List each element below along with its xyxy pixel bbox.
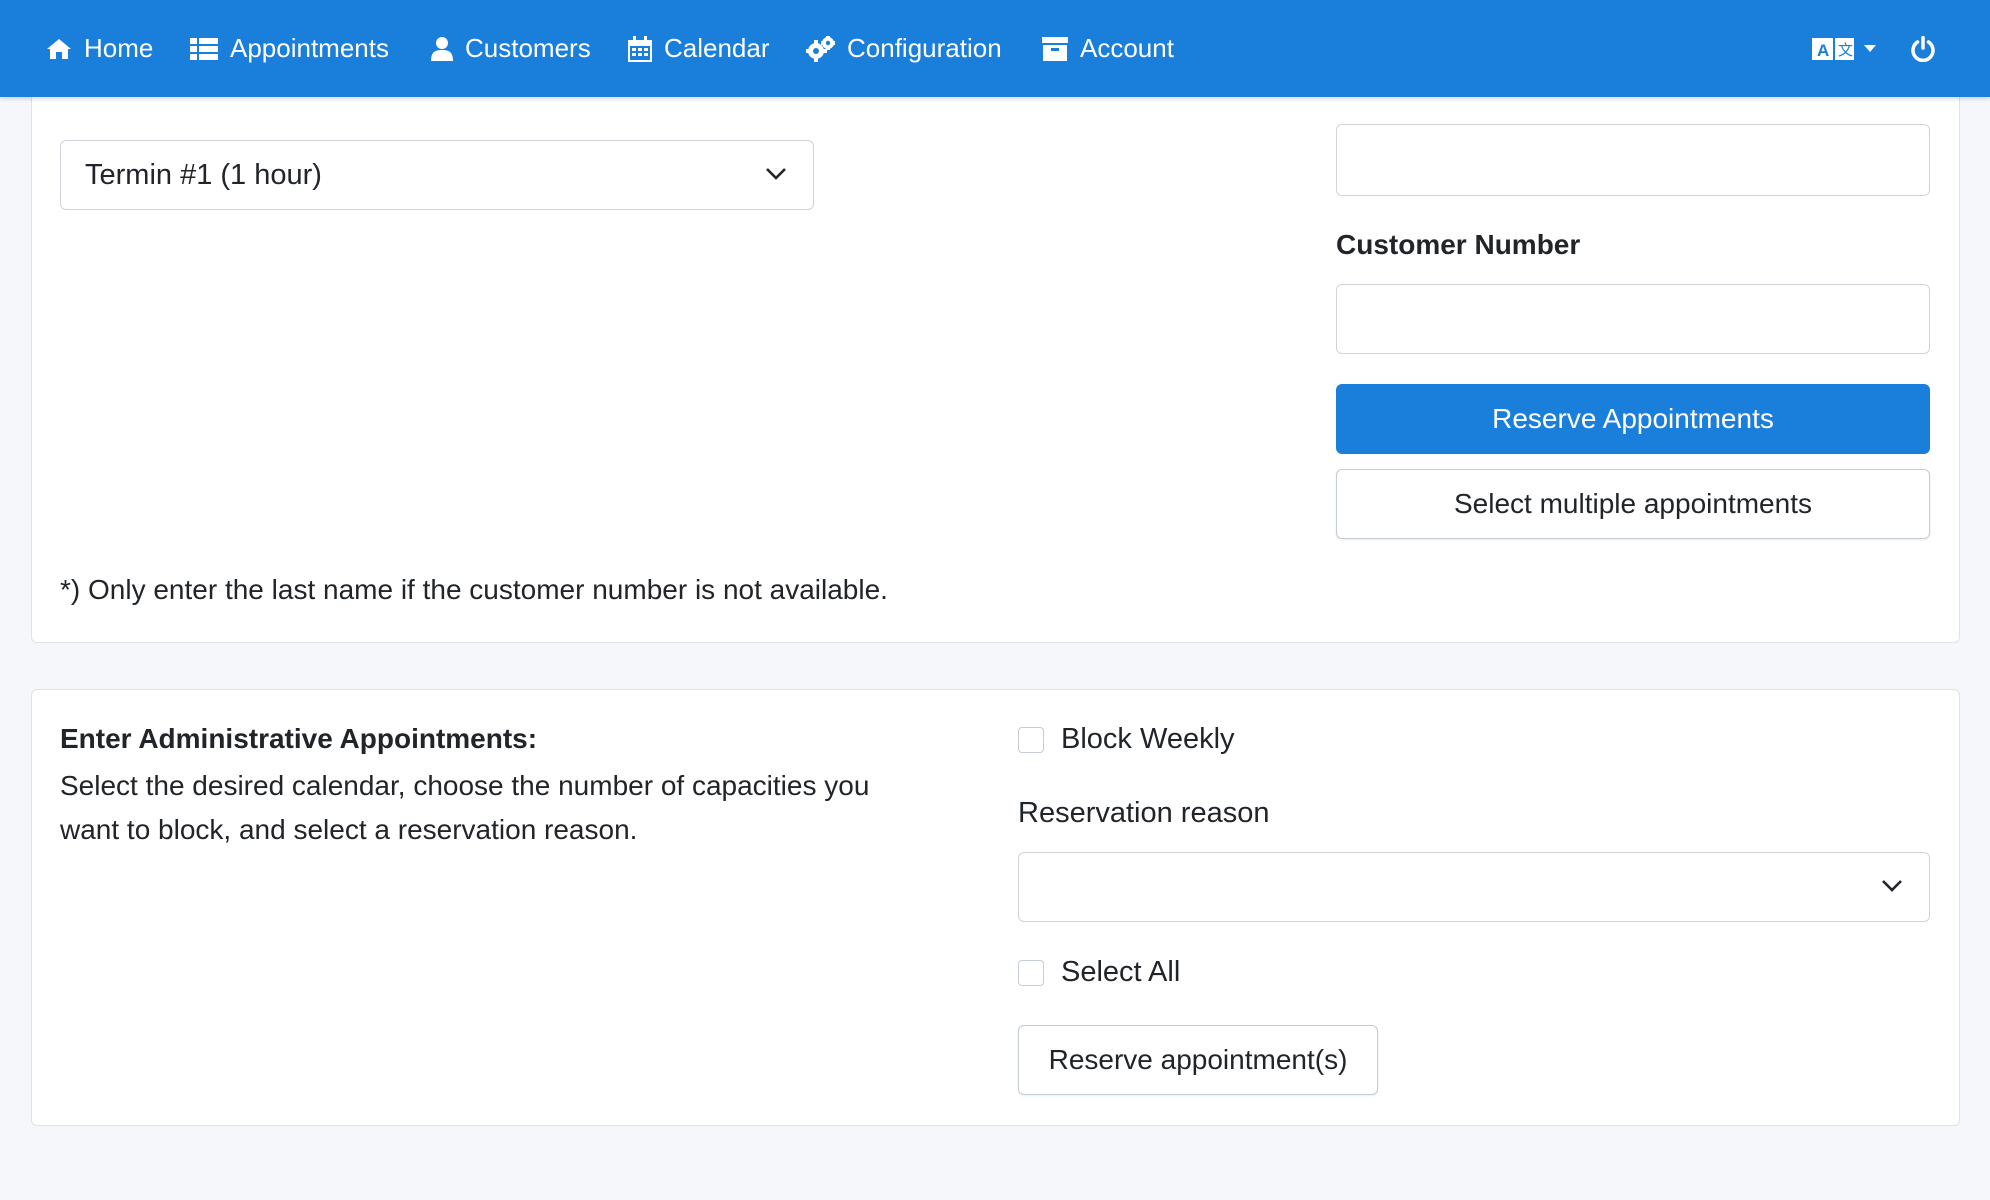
top-navbar: Home Appointments Customers Calendar Con… [0, 0, 1990, 97]
nav-configuration-label: Configuration [847, 33, 1002, 63]
nav-account[interactable]: Account [1042, 0, 1174, 97]
language-dropdown[interactable]: A 文 [1812, 0, 1876, 97]
nav-configuration[interactable]: Configuration [806, 0, 1002, 97]
select-all-checkbox[interactable] [1018, 960, 1044, 986]
logout-button[interactable] [1910, 0, 1936, 97]
user-icon [431, 36, 453, 61]
nav-home-label: Home [84, 33, 154, 63]
reserve-appointments-button[interactable]: Reserve Appointments [1336, 384, 1930, 454]
nav-calendar-label: Calendar [664, 33, 770, 63]
nav-home[interactable]: Home [46, 0, 153, 97]
nav-account-label: Account [1080, 33, 1174, 63]
appointment-type-value: Termin #1 (1 hour) [85, 158, 322, 191]
home-icon [47, 38, 71, 59]
reserve-admin-appointments-button[interactable]: Reserve appointment(s) [1018, 1025, 1378, 1095]
admin-description-line-2: want to block, and select a reservation … [60, 814, 638, 845]
power-icon [1911, 35, 1935, 62]
select-multiple-button[interactable]: Select multiple appointments [1336, 469, 1930, 539]
calendar-icon [628, 35, 652, 62]
reservation-reason-label: Reservation reason [1018, 797, 1270, 829]
nav-appointments[interactable]: Appointments [190, 0, 389, 97]
customer-number-input[interactable] [1336, 284, 1930, 354]
translate-icon: A 文 [1812, 37, 1854, 60]
nav-appointments-label: Appointments [230, 33, 389, 63]
chevron-down-icon [1882, 880, 1902, 892]
reservation-reason-select[interactable] [1018, 852, 1930, 922]
select-all-label[interactable]: Select All [1061, 956, 1180, 989]
admin-heading: Enter Administrative Appointments: [60, 723, 538, 754]
svg-text:文: 文 [1838, 41, 1853, 59]
nav-customers[interactable]: Customers [431, 0, 591, 97]
admin-description-line-1: Select the desired calendar, choose the … [60, 770, 870, 801]
nav-customers-label: Customers [465, 33, 591, 63]
last-name-input[interactable] [1336, 124, 1930, 196]
caret-down-icon [1864, 44, 1876, 52]
nav-calendar[interactable]: Calendar [628, 0, 770, 97]
customer-number-label: Customer Number [1336, 229, 1581, 260]
list-icon [190, 37, 218, 60]
block-weekly-label[interactable]: Block Weekly [1061, 723, 1235, 756]
block-weekly-checkbox[interactable] [1018, 727, 1044, 753]
gears-icon [806, 35, 835, 62]
chevron-down-icon [766, 168, 786, 180]
svg-text:A: A [1817, 41, 1829, 60]
last-name-footnote: *) Only enter the last name if the custo… [60, 574, 888, 605]
appointment-type-select[interactable]: Termin #1 (1 hour) [60, 140, 814, 210]
admin-description: Select the desired calendar, choose the … [60, 764, 960, 852]
archive-icon [1042, 36, 1068, 61]
